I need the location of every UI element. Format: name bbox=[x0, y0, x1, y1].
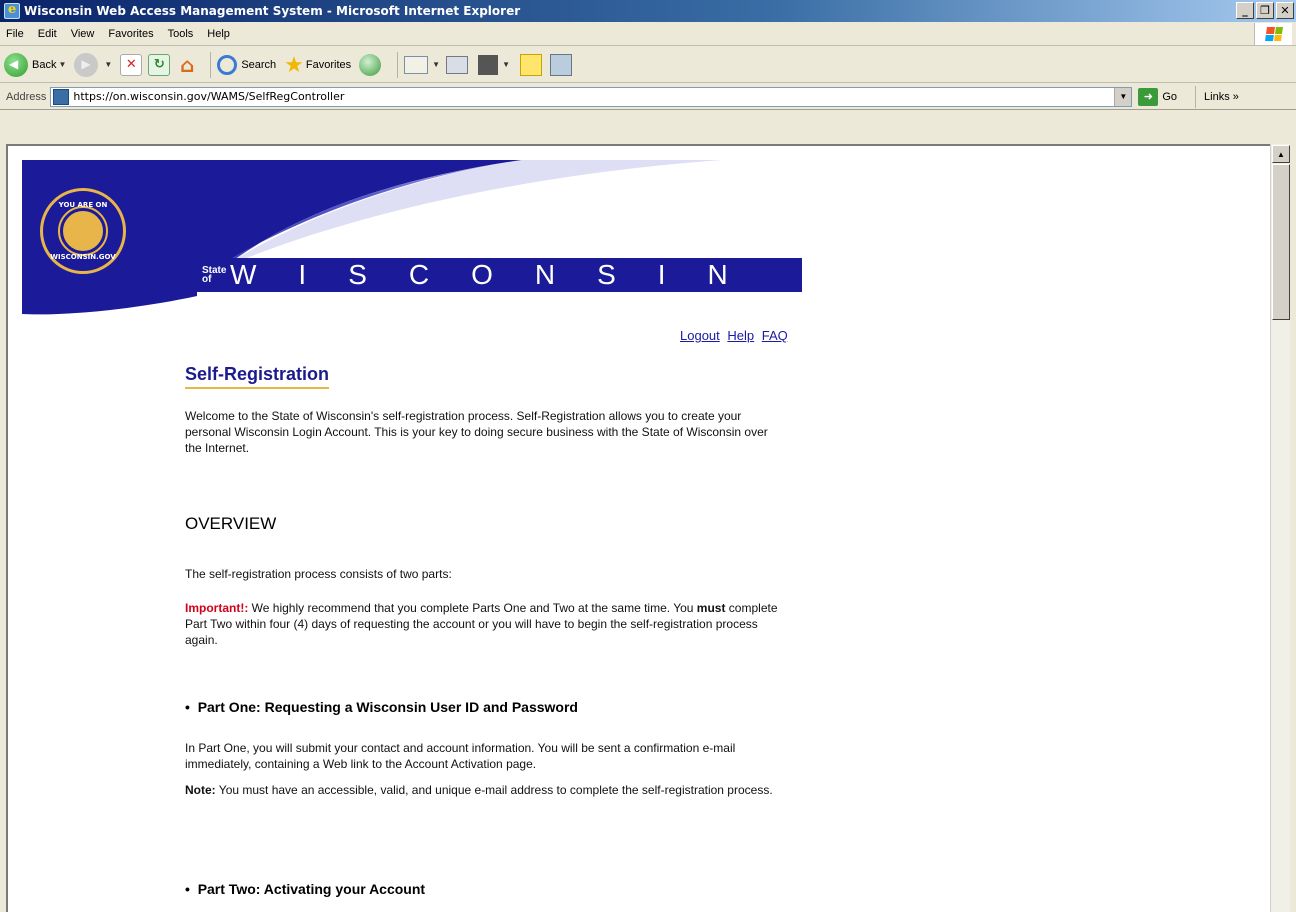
home-icon[interactable]: ⌂ bbox=[176, 53, 198, 77]
window-controls: _ ❐ ✕ bbox=[1236, 2, 1294, 19]
menu-view[interactable]: View bbox=[71, 28, 95, 40]
go-button[interactable]: ➜ Go bbox=[1138, 87, 1178, 106]
page-viewport: YOU ARE ON WISCONSIN.GOV State of WISCONS… bbox=[6, 144, 1270, 912]
back-label: Back bbox=[32, 58, 57, 71]
intro-paragraph: Welcome to the State of Wisconsin's self… bbox=[185, 409, 768, 455]
address-dropdown-icon[interactable]: ▼ bbox=[1114, 87, 1132, 106]
vertical-scrollbar[interactable]: ▲ bbox=[1270, 144, 1290, 912]
note-label: Note: bbox=[185, 783, 216, 797]
address-url[interactable]: https://on.wisconsin.gov/WAMS/SelfRegCon… bbox=[73, 90, 344, 103]
refresh-icon[interactable]: ↻ bbox=[148, 53, 171, 76]
important-paragraph: Important!: We highly recommend that you… bbox=[185, 601, 778, 647]
bullet-icon: • bbox=[185, 881, 198, 897]
menu-favorites[interactable]: Favorites bbox=[108, 28, 153, 40]
scroll-thumb[interactable] bbox=[1272, 164, 1290, 320]
state-shape-icon bbox=[58, 206, 108, 256]
menu-bar: File Edit View Favorites Tools Help bbox=[0, 22, 1296, 46]
seal-top-text: YOU ARE ON bbox=[58, 201, 108, 209]
menu-edit[interactable]: Edit bbox=[38, 28, 57, 40]
print-icon[interactable] bbox=[446, 55, 469, 74]
menu-help[interactable]: Help bbox=[207, 28, 230, 40]
wisconsin-banner: YOU ARE ON WISCONSIN.GOV State of WISCONS… bbox=[22, 160, 802, 320]
important-label: Important!: bbox=[185, 601, 249, 615]
part-one-text: In Part One, you will submit your contac… bbox=[185, 741, 736, 771]
media-icon[interactable] bbox=[359, 53, 382, 76]
favorites-label: Favorites bbox=[305, 58, 352, 71]
help-link[interactable]: Help bbox=[727, 328, 754, 343]
links-toolbar[interactable]: Links » bbox=[1195, 85, 1239, 108]
search-icon bbox=[217, 54, 238, 75]
overview-text: The self-registration process consists o… bbox=[185, 567, 452, 581]
go-label: Go bbox=[1162, 90, 1178, 103]
edit-dropdown-icon[interactable]: ▼ bbox=[502, 60, 510, 69]
address-label: Address bbox=[6, 90, 47, 103]
forward-button[interactable]: ▼ bbox=[74, 52, 112, 77]
scroll-up-icon[interactable]: ▲ bbox=[1272, 145, 1290, 163]
banner-swoosh bbox=[22, 160, 722, 315]
discuss-icon[interactable] bbox=[520, 53, 542, 76]
back-arrow-icon bbox=[4, 52, 28, 77]
menu-file[interactable]: File bbox=[6, 28, 24, 40]
title-bar: Wisconsin Web Access Management System -… bbox=[0, 0, 1296, 22]
restore-button[interactable]: ❐ bbox=[1256, 2, 1274, 19]
favorites-star-icon: ★ bbox=[284, 51, 304, 77]
page-icon bbox=[53, 88, 70, 105]
page-title: Self-Registration bbox=[185, 364, 330, 389]
wordmark-text: WISCONSIN bbox=[230, 259, 770, 290]
state-of-label: State of bbox=[202, 265, 227, 285]
search-label: Search bbox=[241, 58, 277, 71]
ie-icon bbox=[4, 2, 20, 19]
minimize-button[interactable]: _ bbox=[1236, 2, 1254, 19]
back-dropdown-icon[interactable]: ▼ bbox=[58, 60, 66, 69]
seal-bottom-text: WISCONSIN.GOV bbox=[50, 253, 116, 261]
edit-icon[interactable] bbox=[478, 54, 499, 75]
links-label: Links bbox=[1204, 90, 1230, 103]
back-button[interactable]: Back ▼ bbox=[4, 52, 66, 77]
toolbar-separator bbox=[210, 51, 212, 78]
stop-icon[interactable]: ✕ bbox=[120, 53, 143, 76]
note-paragraph: Note: You must have an accessible, valid… bbox=[185, 783, 773, 797]
forward-dropdown-icon[interactable]: ▼ bbox=[104, 60, 112, 69]
logout-link[interactable]: Logout bbox=[680, 328, 720, 343]
address-bar: Address https://on.wisconsin.gov/WAMS/Se… bbox=[0, 84, 1296, 110]
menu-tools[interactable]: Tools bbox=[168, 28, 194, 40]
faq-link[interactable]: FAQ bbox=[762, 328, 788, 343]
top-links: Logout Help FAQ bbox=[676, 328, 788, 343]
wisconsin-gov-seal: YOU ARE ON WISCONSIN.GOV bbox=[40, 188, 126, 274]
go-arrow-icon: ➜ bbox=[1138, 87, 1159, 106]
favorites-button[interactable]: ★ Favorites bbox=[284, 52, 351, 78]
browser-chrome-gap bbox=[0, 110, 1296, 144]
toolbar-separator bbox=[397, 51, 399, 78]
window-title: Wisconsin Web Access Management System -… bbox=[24, 4, 521, 18]
close-button[interactable]: ✕ bbox=[1276, 2, 1294, 19]
overview-heading: OVERVIEW bbox=[185, 514, 277, 533]
search-button[interactable]: Search bbox=[217, 54, 277, 75]
mail-dropdown-icon[interactable]: ▼ bbox=[432, 60, 440, 69]
wisconsin-wordmark: State of WISCONSIN bbox=[196, 258, 802, 292]
mail-icon[interactable] bbox=[404, 55, 429, 74]
part-two-heading: • Part Two: Activating your Account bbox=[185, 881, 426, 897]
toolbar: Back ▼ ▼ ✕ ↻ ⌂ Search ★ Favorites ▼ ▼ bbox=[0, 47, 1296, 83]
part-one-heading: • Part One: Requesting a Wisconsin User … bbox=[185, 699, 578, 715]
bullet-icon: • bbox=[185, 699, 198, 715]
research-icon[interactable] bbox=[550, 53, 572, 76]
forward-arrow-icon bbox=[74, 52, 99, 77]
windows-logo-icon bbox=[1254, 23, 1292, 45]
address-input[interactable]: https://on.wisconsin.gov/WAMS/SelfRegCon… bbox=[50, 86, 1133, 107]
